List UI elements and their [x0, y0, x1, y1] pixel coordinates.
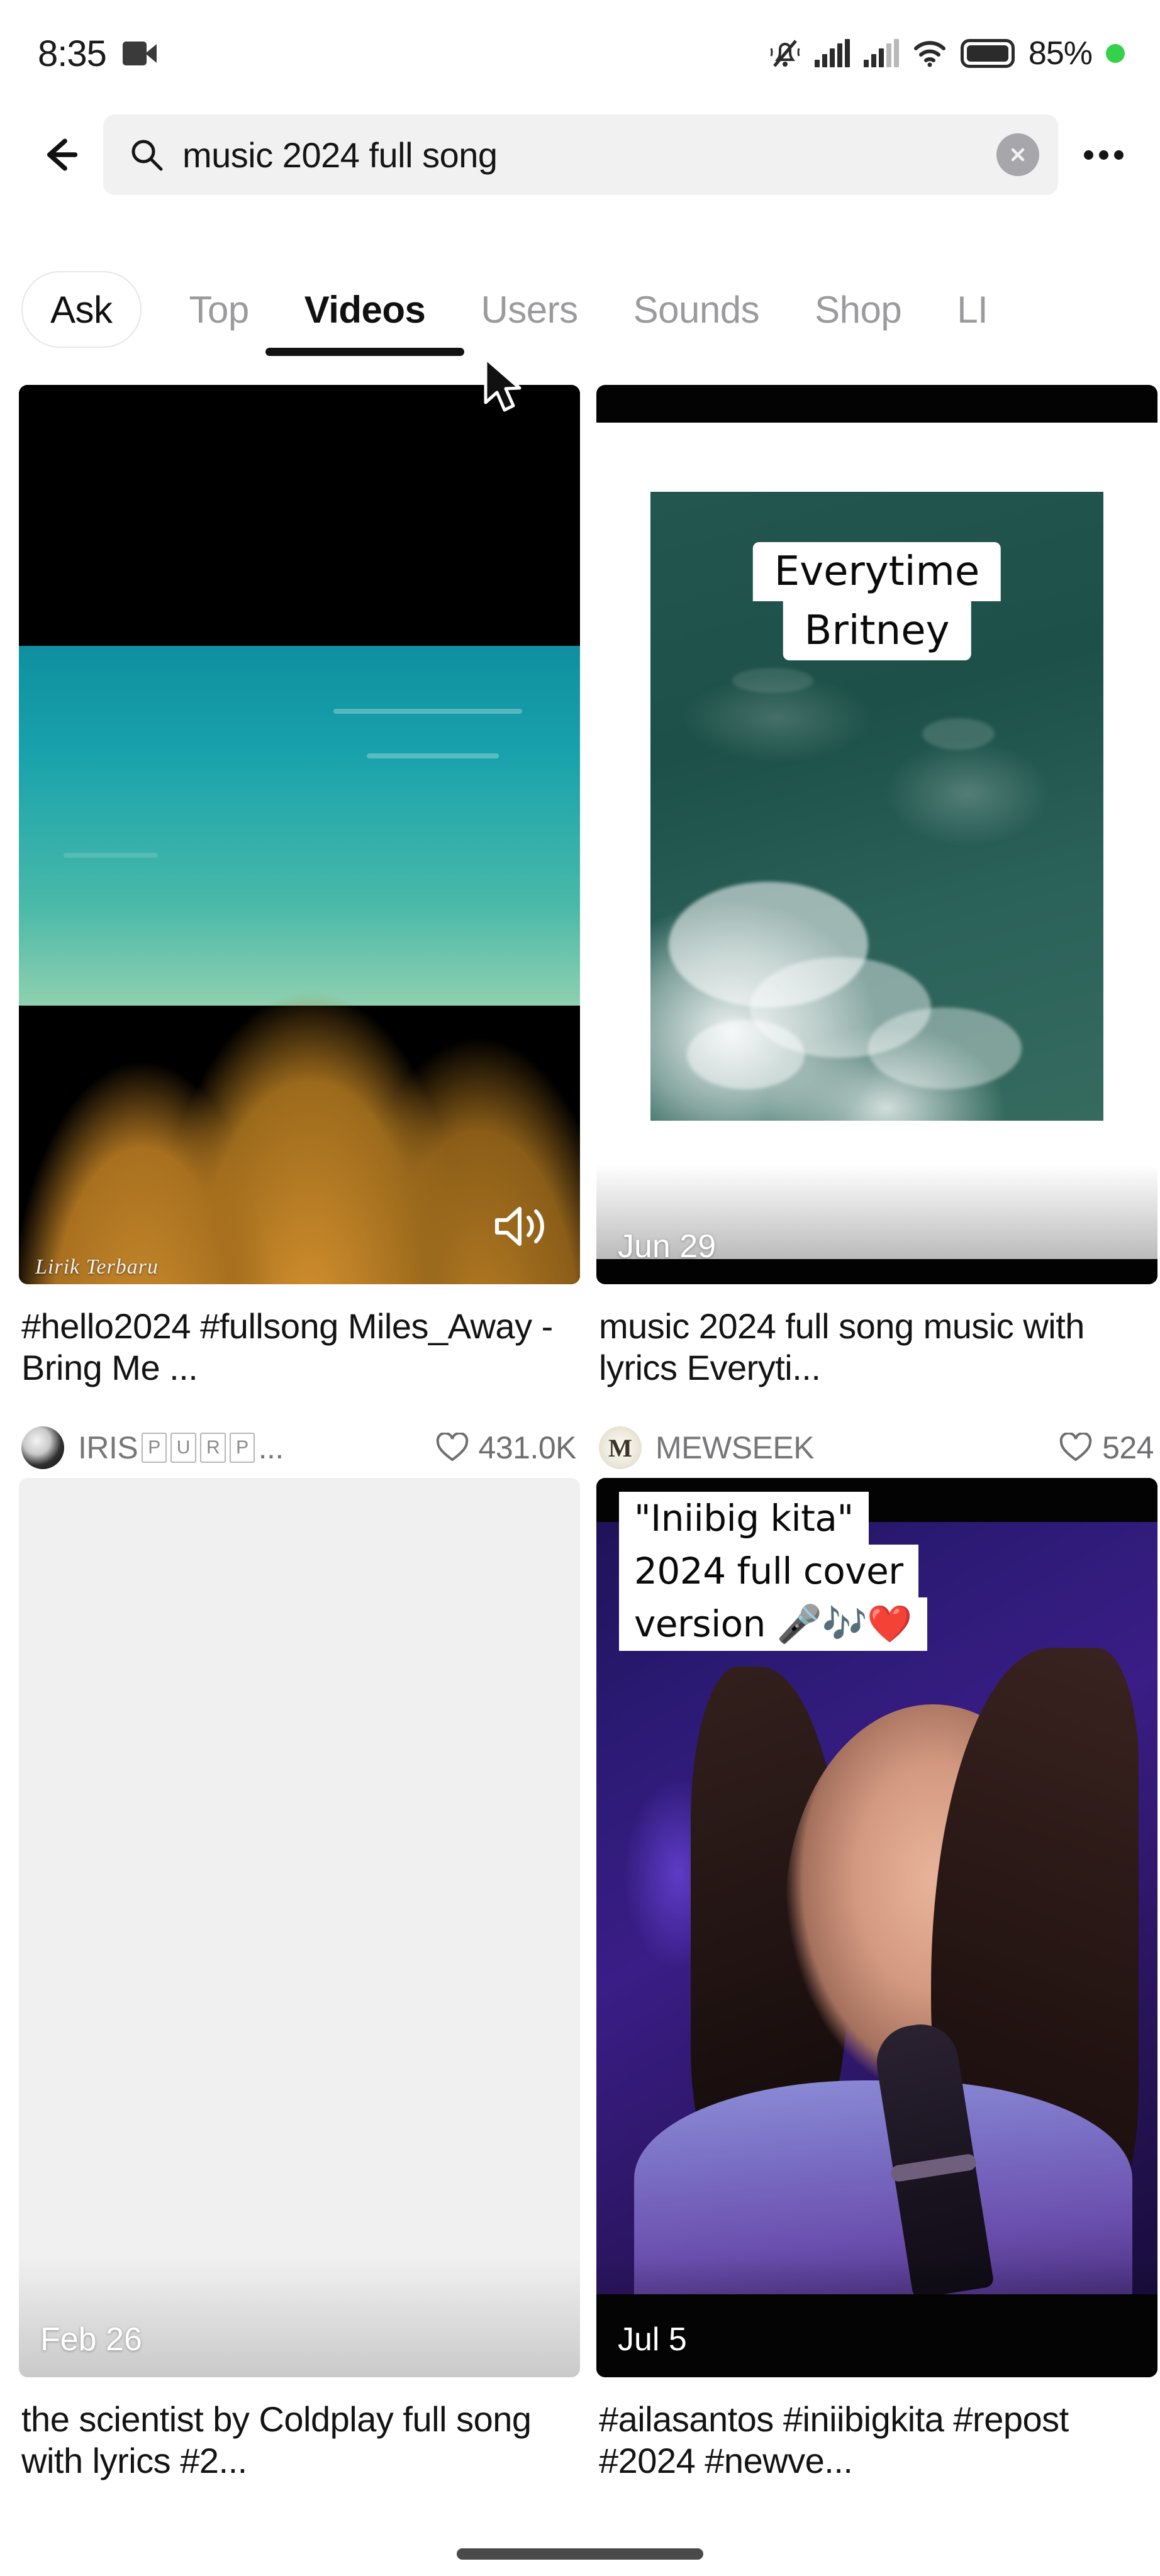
author-tofu-3: R: [199, 1433, 226, 1463]
tab-users[interactable]: Users: [453, 254, 605, 365]
tab-ask[interactable]: Ask: [21, 271, 142, 348]
video-result-card[interactable]: Feb 26 the scientist by Coldplay full so…: [19, 1478, 580, 2496]
thumbnail-overlay-text: "Iniibig kita" 2024 full cover version 🎤…: [619, 1492, 928, 1651]
video-caption: music 2024 full song music with lyrics E…: [599, 1306, 1085, 1387]
thumbnail-overlay-text: Everytime Britney: [752, 542, 1001, 660]
video-watermark: Lirik Terbaru: [35, 1255, 159, 1279]
back-button[interactable]: [33, 128, 87, 182]
overlay-line-3: version 🎤🎶❤️: [619, 1597, 928, 1651]
search-icon: [131, 140, 163, 171]
video-meta-row: MEWSEEK 524: [596, 1402, 1157, 1478]
tab-sounds[interactable]: Sounds: [606, 254, 788, 365]
like-count: 431.0K: [436, 1430, 577, 1466]
author-tofu-4: P: [230, 1433, 255, 1463]
more-dot-2: [1098, 150, 1108, 160]
battery-icon: [960, 39, 1015, 68]
camcorder-icon: [122, 42, 157, 65]
video-caption: #hello2024 #fullsong Miles_Away - Bring …: [21, 1306, 553, 1387]
heart-icon: [1059, 1433, 1092, 1462]
status-bar-left: 8:35: [38, 33, 157, 75]
video-thumbnail[interactable]: "Iniibig kita" 2024 full cover version 🎤…: [596, 1478, 1157, 2377]
tab-live[interactable]: LI: [929, 254, 1015, 365]
avatar: [21, 1426, 64, 1469]
author-name-text: MEWSEEK: [655, 1430, 815, 1465]
author-name-text: IRIS: [78, 1430, 138, 1465]
video-author-name: MEWSEEK: [655, 1430, 814, 1466]
video-date: Feb 26: [40, 2321, 142, 2358]
video-thumbnail[interactable]: Feb 26: [19, 1478, 580, 2377]
status-bar-right: 85%: [769, 35, 1125, 72]
video-thumbnail[interactable]: Lirik Terbaru: [19, 385, 580, 1284]
like-count-value: 431.0K: [478, 1430, 577, 1465]
battery-percent: 85%: [1028, 35, 1093, 72]
video-result-card[interactable]: Lirik Terbaru #hello2024 #fullsong Miles…: [19, 385, 580, 1478]
overlay-line-1: Everytime: [752, 542, 1001, 601]
thumbnail-art-landscape: [19, 385, 580, 1284]
tab-top[interactable]: Top: [162, 254, 277, 365]
arrow-left-icon: [47, 138, 78, 171]
video-result-card[interactable]: "Iniibig kita" 2024 full cover version 🎤…: [596, 1478, 1157, 2496]
overlay-line-2: 2024 full cover: [619, 1545, 918, 1597]
like-count-value: 524: [1102, 1430, 1154, 1465]
video-date-badge: Feb 26: [19, 2258, 580, 2377]
tab-shop[interactable]: Shop: [787, 254, 929, 365]
author-name-ellipsis: ...: [258, 1430, 284, 1465]
clear-search-button[interactable]: [996, 133, 1039, 176]
overlay-line-2: Britney: [783, 601, 971, 660]
video-author[interactable]: IRIS P U R P ...: [21, 1426, 284, 1469]
overlay-line-1: "Iniibig kita": [619, 1492, 869, 1545]
heart-icon: [436, 1433, 468, 1462]
video-author-name: IRIS P U R P ...: [78, 1430, 284, 1466]
more-dot-1: [1083, 150, 1093, 160]
signal-bars-secondary-icon: [863, 39, 899, 67]
search-header: music 2024 full song: [0, 111, 1160, 199]
thumbnail-art-ocean: [596, 385, 1157, 1284]
search-tabs: Ask Top Videos Users Sounds Shop LI: [0, 254, 1160, 365]
author-tofu-1: P: [142, 1433, 167, 1463]
avatar: [599, 1426, 642, 1469]
tab-videos[interactable]: Videos: [277, 254, 454, 365]
home-indicator: [457, 2548, 703, 2560]
close-icon: [1011, 148, 1025, 162]
more-options-button[interactable]: [1074, 128, 1132, 182]
video-result-card[interactable]: Everytime Britney Jun 29 music 2024 full…: [596, 385, 1157, 1478]
search-input[interactable]: music 2024 full song: [103, 114, 1058, 195]
wifi-icon: [913, 41, 945, 67]
video-results-grid: Lirik Terbaru #hello2024 #fullsong Miles…: [0, 385, 1160, 2496]
video-caption: the scientist by Coldplay full song with…: [21, 2399, 532, 2480]
green-dot-icon: [1106, 44, 1125, 63]
video-meta-row: IRIS P U R P ... 431.0K: [19, 1402, 580, 1478]
like-count: 524: [1059, 1430, 1154, 1466]
search-input-value: music 2024 full song: [182, 135, 498, 175]
signal-bars-icon: [814, 39, 850, 67]
more-dot-3: [1113, 150, 1124, 160]
status-clock: 8:35: [38, 33, 107, 74]
bell-mute-icon: [770, 40, 800, 67]
video-author[interactable]: MEWSEEK: [599, 1426, 814, 1469]
video-caption: #ailasantos #iniibigkita #repost #2024 #…: [599, 2399, 1069, 2480]
mouse-cursor: [484, 357, 521, 412]
status-bar: 8:35 85%: [0, 0, 1160, 107]
author-tofu-2: U: [170, 1433, 196, 1463]
video-thumbnail[interactable]: Everytime Britney Jun 29: [596, 385, 1157, 1284]
volume-on-icon[interactable]: [491, 1201, 551, 1252]
